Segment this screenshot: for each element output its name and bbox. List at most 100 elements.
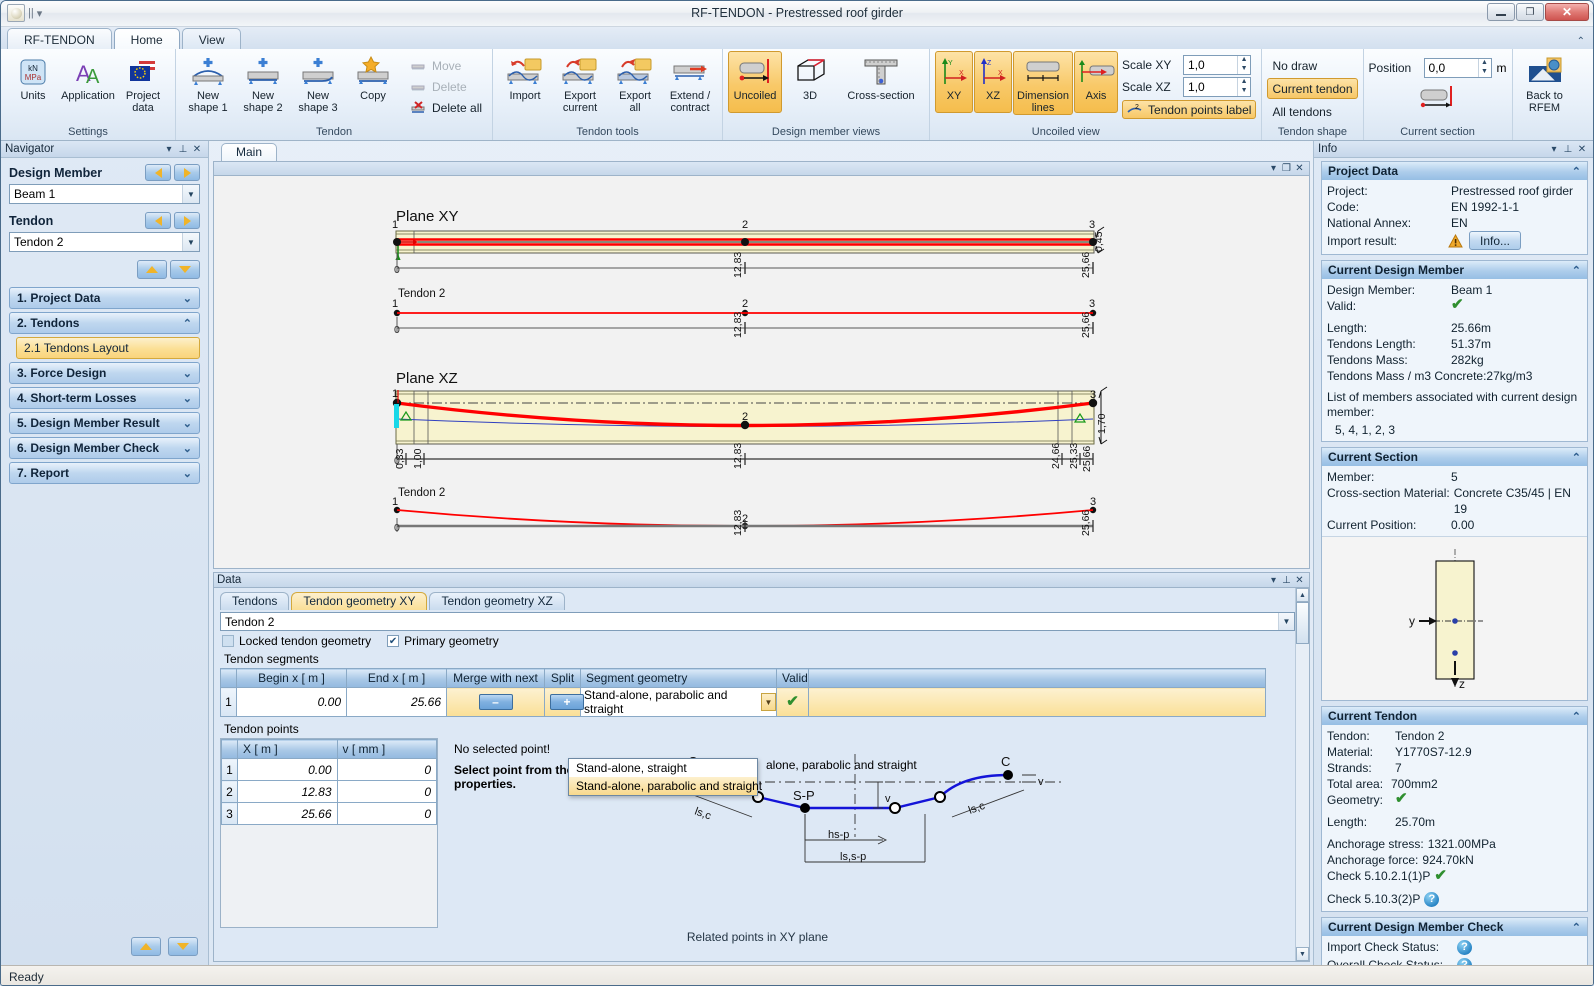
scale-xz-stepper[interactable]: 1,0 ▲ ▼ [1183, 77, 1252, 97]
maximize-button[interactable]: ❐ [1516, 3, 1544, 21]
tendon-name-field[interactable]: Tendon 2 ▼ [220, 612, 1295, 631]
data-panel-scrollbar[interactable]: ▲ ▼ [1295, 588, 1309, 961]
dropdown-option-parabolic-straight[interactable]: Stand-alone, parabolic and straight [569, 777, 762, 795]
chevron-up-icon[interactable]: ⌃ [1572, 451, 1581, 464]
view-menu-icon[interactable]: ▾ [1267, 163, 1280, 174]
sidebar-item-short-term-losses[interactable]: 4. Short-term Losses ⌄ [9, 387, 200, 409]
segment-end-x-cell[interactable]: 25.66 [346, 687, 447, 717]
scale-xz-value[interactable]: 1,0 [1184, 80, 1237, 94]
new-shape-1-button[interactable]: New shape 1 [181, 51, 235, 115]
back-to-rfem-button[interactable]: Back to RFEM [1518, 51, 1572, 115]
chevron-up-icon[interactable]: ⌃ [1572, 710, 1581, 723]
current-design-member-check-header[interactable]: Current Design Member Check ⌃ [1322, 918, 1587, 936]
tendon-points-label-button[interactable]: 2 Tendon points label [1122, 100, 1257, 119]
new-shape-3-button[interactable]: New shape 3 [291, 51, 345, 115]
info-pin-icon[interactable]: ⊥ [1561, 144, 1575, 155]
data-panel-menu-icon[interactable]: ▾ [1267, 575, 1280, 586]
segment-split-cell[interactable]: + [544, 687, 584, 717]
3d-view-button[interactable]: 3D [783, 51, 837, 113]
tendon-prev-button[interactable] [145, 212, 171, 229]
delete-button[interactable]: Delete [405, 76, 487, 97]
segments-col-merge[interactable]: Merge with next [446, 668, 545, 688]
tab-view[interactable]: View [181, 28, 242, 49]
point-x-cell[interactable]: 25.66 [237, 802, 338, 825]
design-member-prev-button[interactable] [145, 164, 171, 181]
application-button[interactable]: A A Application [61, 51, 115, 113]
scroll-track[interactable] [1296, 644, 1309, 947]
locked-tendon-geometry-checkbox[interactable]: Locked tendon geometry [222, 634, 371, 648]
sidebar-item-design-member-result[interactable]: 5. Design Member Result ⌄ [9, 412, 200, 434]
chevron-down-icon[interactable]: ▼ [761, 693, 776, 711]
sidebar-item-force-design[interactable]: 3. Force Design ⌄ [9, 362, 200, 384]
navigator-scroll-down-button[interactable] [168, 937, 198, 956]
tab-home[interactable]: Home [113, 28, 180, 49]
scale-xy-value[interactable]: 1,0 [1184, 58, 1237, 72]
view-restore-icon[interactable]: ❐ [1280, 163, 1293, 174]
export-all-button[interactable]: Export all [608, 51, 662, 115]
chevron-up-icon[interactable]: ⌃ [1572, 165, 1581, 178]
chevron-down-icon[interactable]: ▼ [182, 233, 199, 251]
segment-merge-cell[interactable]: – [446, 687, 545, 717]
navigator-scroll-up-button[interactable] [131, 937, 161, 956]
tendon-next-button[interactable] [174, 212, 200, 229]
current-design-member-header[interactable]: Current Design Member ⌃ [1322, 261, 1587, 279]
dropdown-option-straight[interactable]: Stand-alone, straight [569, 759, 757, 777]
segment-geometry-cell[interactable]: Stand-alone, parabolic and straight ▼ [580, 687, 777, 717]
units-button[interactable]: kN MPa Units [6, 51, 60, 113]
help-icon[interactable]: ? [1457, 957, 1472, 965]
scroll-thumb[interactable] [1296, 602, 1309, 644]
extend-contract-button[interactable]: Extend / contract [663, 51, 717, 115]
current-tendon-header[interactable]: Current Tendon ⌃ [1322, 707, 1587, 725]
navigator-up-button[interactable] [137, 260, 167, 279]
current-section-header[interactable]: Current Section ⌃ [1322, 448, 1587, 466]
collapse-ribbon-icon[interactable]: ⌃ [1577, 36, 1585, 47]
minimize-button[interactable] [1487, 3, 1515, 21]
info-menu-icon[interactable]: ▾ [1547, 144, 1561, 155]
segments-col-end-x[interactable]: End x [ m ] [346, 668, 447, 688]
view-close-icon[interactable]: ✕ [1293, 163, 1306, 174]
import-button[interactable]: Import [498, 51, 552, 113]
segments-col-geometry[interactable]: Segment geometry [580, 668, 777, 688]
chevron-up-icon[interactable]: ⌃ [1572, 921, 1581, 934]
no-draw-option[interactable]: No draw [1267, 55, 1322, 76]
sidebar-item-report[interactable]: 7. Report ⌄ [9, 462, 200, 484]
uncoiled-view-button[interactable]: Uncoiled [728, 51, 783, 113]
point-v-cell[interactable]: 0 [336, 758, 437, 781]
chevron-down-icon[interactable]: ▼ [1278, 613, 1294, 630]
primary-geometry-checkbox[interactable]: ✔ Primary geometry [387, 634, 499, 648]
current-tendon-option[interactable]: Current tendon [1267, 78, 1358, 99]
point-x-cell[interactable]: 0.00 [237, 758, 338, 781]
segment-geometry-dropdown[interactable]: Stand-alone, straight Stand-alone, parab… [568, 758, 762, 796]
delete-all-button[interactable]: Delete all [405, 97, 487, 118]
move-button[interactable]: Move [405, 55, 487, 76]
tab-rf-tendon[interactable]: RF-TENDON [7, 28, 112, 49]
sidebar-item-tendons[interactable]: 2. Tendons ⌃ [9, 312, 200, 334]
segments-col-begin-x[interactable]: Begin x [ m ] [236, 668, 347, 688]
sidebar-item-tendons-layout[interactable]: 2.1 Tendons Layout [16, 337, 200, 359]
point-v-cell[interactable]: 0 [336, 780, 437, 803]
navigator-down-button[interactable] [170, 260, 200, 279]
project-data-button[interactable]: Project data [116, 51, 170, 115]
scroll-up-button[interactable]: ▲ [1296, 588, 1309, 602]
position-spin-buttons[interactable]: ▲ ▼ [1477, 59, 1491, 77]
scroll-down-button[interactable]: ▼ [1296, 947, 1309, 961]
segments-col-split[interactable]: Split [544, 668, 581, 688]
scale-xy-spin-buttons[interactable]: ▲ ▼ [1237, 56, 1250, 74]
dimension-lines-button[interactable]: Dimension lines [1013, 51, 1074, 115]
tab-main[interactable]: Main [221, 143, 278, 161]
position-value[interactable]: 0,0 [1425, 61, 1478, 75]
axis-button[interactable]: Axis [1074, 51, 1119, 113]
data-panel-pin-icon[interactable]: ⊥ [1280, 575, 1293, 586]
navigator-menu-icon[interactable]: ▾ [162, 144, 176, 155]
position-stepper[interactable]: 0,0 ▲ ▼ [1423, 58, 1492, 78]
design-member-next-button[interactable] [174, 164, 200, 181]
copy-button[interactable]: Copy [346, 51, 400, 113]
cross-section-view-button[interactable]: Cross-section [838, 51, 924, 113]
sidebar-item-design-member-check[interactable]: 6. Design Member Check ⌄ [9, 437, 200, 459]
drawing-canvas[interactable]: Plane XY 1 2 3 0,45 0 12,83 25,66 Tendon… [213, 176, 1310, 569]
point-v-cell[interactable]: 0 [336, 802, 437, 825]
tab-tendon-geometry-xz[interactable]: Tendon geometry XZ [429, 592, 565, 610]
points-col-x[interactable]: X [ m ] [237, 739, 338, 759]
new-shape-2-button[interactable]: New shape 2 [236, 51, 290, 115]
info-close-icon[interactable]: ✕ [1575, 144, 1589, 155]
